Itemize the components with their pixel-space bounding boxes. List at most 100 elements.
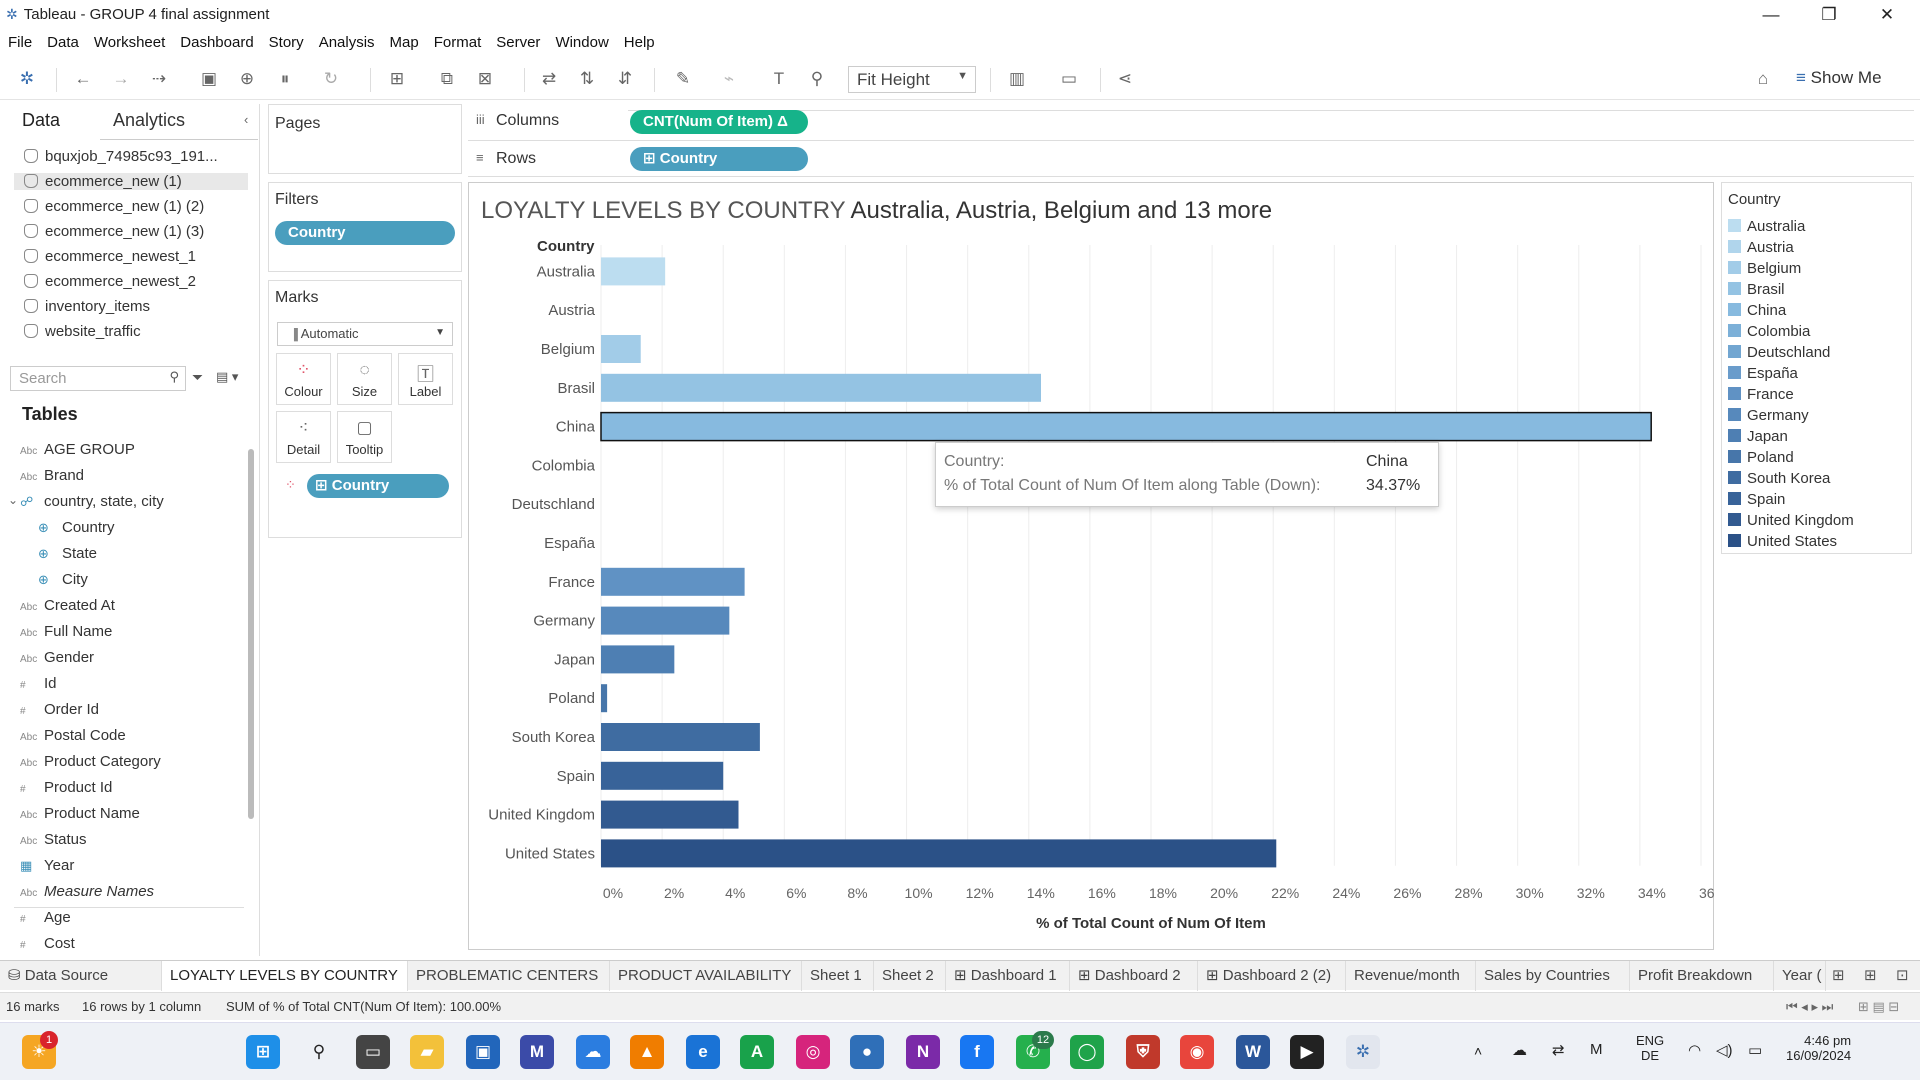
field-item[interactable]: ⌄ ☍ country, state, city (8, 493, 164, 510)
collapse-pane-icon[interactable]: ‹ (244, 112, 248, 127)
format-painter-icon[interactable]: ⌂ (1752, 68, 1774, 90)
menu-format[interactable]: Format (434, 34, 482, 51)
colour-button[interactable]: ⁘ Colour (276, 353, 331, 405)
file-explorer-icon[interactable]: ▰ (410, 1035, 444, 1069)
tray-expand-icon[interactable]: ˄ (1474, 1043, 1482, 1059)
sheet-tab[interactable]: ⊞ Dashboard 1 (946, 961, 1070, 991)
field-item[interactable]: Abc Postal Code (20, 727, 126, 744)
field-item[interactable]: Abc Product Name (20, 805, 140, 822)
legend-item[interactable]: Japan (1728, 428, 1788, 445)
minimize-button[interactable]: — (1742, 0, 1800, 29)
columns-pill[interactable]: CNT(Num Of Item) Δ (630, 110, 808, 134)
task-view-icon[interactable]: ▭ (356, 1035, 390, 1069)
field-item[interactable]: ⊕ State (38, 545, 97, 562)
pin-icon[interactable]: ⚲ (806, 68, 828, 90)
show-me-button[interactable]: ≡ Show Me (1796, 68, 1882, 88)
sheet-tab[interactable]: PRODUCT AVAILABILITY (610, 961, 802, 991)
legend-item[interactable]: Germany (1728, 407, 1809, 424)
chevron-down-icon[interactable]: ⌄ (8, 493, 18, 507)
sort-ascending-icon[interactable]: ⇅ (576, 68, 598, 90)
legend-item[interactable]: France (1728, 386, 1794, 403)
facebook-icon[interactable]: f (960, 1035, 994, 1069)
onedrive-icon[interactable]: ☁ (576, 1035, 610, 1069)
highlight-icon[interactable]: ✎ (672, 68, 694, 90)
clock[interactable]: 4:46 pm 16/09/2024 (1786, 1033, 1851, 1063)
ring-app-icon[interactable]: ◯ (1070, 1035, 1104, 1069)
menu-map[interactable]: Map (390, 34, 419, 51)
replay-icon[interactable]: ⇢ (148, 68, 170, 90)
media-player-icon[interactable]: ▶ (1290, 1035, 1324, 1069)
sort-descending-icon[interactable]: ⇵ (614, 68, 636, 90)
sheet-tab[interactable]: Revenue/month (1346, 961, 1476, 991)
size-button[interactable]: ◌ Size (337, 353, 392, 405)
legend-item[interactable]: Belgium (1728, 260, 1801, 277)
legend-item[interactable]: United Kingdom (1728, 512, 1854, 529)
tray-sync-icon[interactable]: ⇄ (1552, 1041, 1565, 1059)
sheet-tab[interactable]: Sales by Countries (1476, 961, 1630, 991)
field-item[interactable]: # Product Id (20, 779, 112, 796)
fit-select[interactable]: Fit Height ▼ (848, 66, 976, 93)
mark-type-select[interactable]: ▐ Automatic ▼ (277, 322, 453, 346)
datasource-item[interactable]: ecommerce_newest_2 (14, 273, 248, 290)
view-options-icon[interactable]: ▤ ▾ (216, 369, 238, 385)
new-worksheet-tab-icon[interactable]: ⊞ (1832, 966, 1845, 984)
menu-story[interactable]: Story (269, 34, 304, 51)
datasource-item[interactable]: ecommerce_newest_1 (14, 248, 248, 265)
field-item[interactable]: # Order Id (20, 701, 99, 718)
tooltip-button[interactable]: ▢ Tooltip (337, 411, 392, 463)
menu-data[interactable]: Data (47, 34, 79, 51)
field-item[interactable]: Abc Created At (20, 597, 115, 614)
sheet-tab[interactable]: ⊞ Dashboard 2 (2) (1198, 961, 1346, 991)
tray-weather-icon[interactable]: ☁ (1512, 1041, 1527, 1059)
menu-window[interactable]: Window (555, 34, 608, 51)
filter-pill-country[interactable]: Country (275, 221, 455, 245)
legend-item[interactable]: Deutschland (1728, 344, 1830, 361)
presentation-icon[interactable]: ▭ (1058, 68, 1080, 90)
rows-pill[interactable]: ⊞ Country (630, 147, 808, 171)
show-cards-icon[interactable]: ▥ (1006, 68, 1028, 90)
datasource-item[interactable]: website_traffic (14, 323, 248, 340)
field-item[interactable]: # Cost (20, 935, 75, 952)
field-item[interactable]: Abc Measure Names (20, 883, 154, 900)
field-item[interactable]: Abc Full Name (20, 623, 112, 640)
menu-analysis[interactable]: Analysis (319, 34, 375, 51)
field-item[interactable]: # Age (20, 909, 71, 926)
new-worksheet-icon[interactable]: ⊞ (386, 68, 408, 90)
volume-icon[interactable]: ◁) (1716, 1041, 1733, 1059)
sheet-tab[interactable]: LOYALTY LEVELS BY COUNTRY (162, 961, 408, 991)
legend-item[interactable]: Austria (1728, 239, 1794, 256)
group-icon[interactable]: ⌁ (718, 68, 740, 90)
share-icon[interactable]: ⋖ (1114, 68, 1136, 90)
field-item[interactable]: Abc Gender (20, 649, 94, 666)
redo-icon[interactable]: → (110, 68, 132, 90)
swap-icon[interactable]: ⇄ (538, 68, 560, 90)
datasource-item[interactable]: inventory_items (14, 298, 248, 315)
field-item[interactable]: ⊕ Country (38, 519, 115, 536)
legend-item[interactable]: Colombia (1728, 323, 1810, 340)
sheet-tab[interactable]: Profit Breakdown (1630, 961, 1774, 991)
filter-icon[interactable]: ⏷ (192, 369, 203, 386)
search-icon[interactable]: ⚲ (302, 1035, 336, 1069)
store-icon[interactable]: ▣ (466, 1035, 500, 1069)
mail-icon[interactable]: M (520, 1035, 554, 1069)
view-toggle-icon[interactable]: ⊞ ▤ ⊟ (1858, 999, 1899, 1015)
sheet-tab[interactable]: Year ( (1774, 961, 1826, 991)
tableau-home-icon[interactable]: ✲ (16, 68, 38, 90)
wifi-icon[interactable]: ◠ (1688, 1041, 1701, 1059)
datasource-item[interactable]: ecommerce_new (1) (3) (14, 223, 248, 240)
edge-icon[interactable]: e (686, 1035, 720, 1069)
marks-pill-country[interactable]: ⊞ Country (307, 474, 449, 498)
sheet-navigation-icon[interactable]: ⏮ ◂ ▸ ⏭ (1786, 999, 1833, 1015)
sheet-tab[interactable]: Sheet 1 (802, 961, 874, 991)
pause-updates-icon[interactable]: ⏸ (274, 68, 296, 90)
field-item[interactable]: ⊕ City (38, 571, 88, 588)
undo-icon[interactable]: ← (72, 68, 94, 90)
labels-icon[interactable]: T (768, 68, 790, 90)
new-datasource-icon[interactable]: ⊕ (236, 68, 258, 90)
menu-help[interactable]: Help (624, 34, 655, 51)
legend-item[interactable]: Spain (1728, 491, 1785, 508)
menu-file[interactable]: File (8, 34, 32, 51)
dictionary-icon[interactable]: A (740, 1035, 774, 1069)
sheet-tab[interactable]: Sheet 2 (874, 961, 946, 991)
datasource-item[interactable]: bquxjob_74985c93_191... (14, 148, 248, 165)
